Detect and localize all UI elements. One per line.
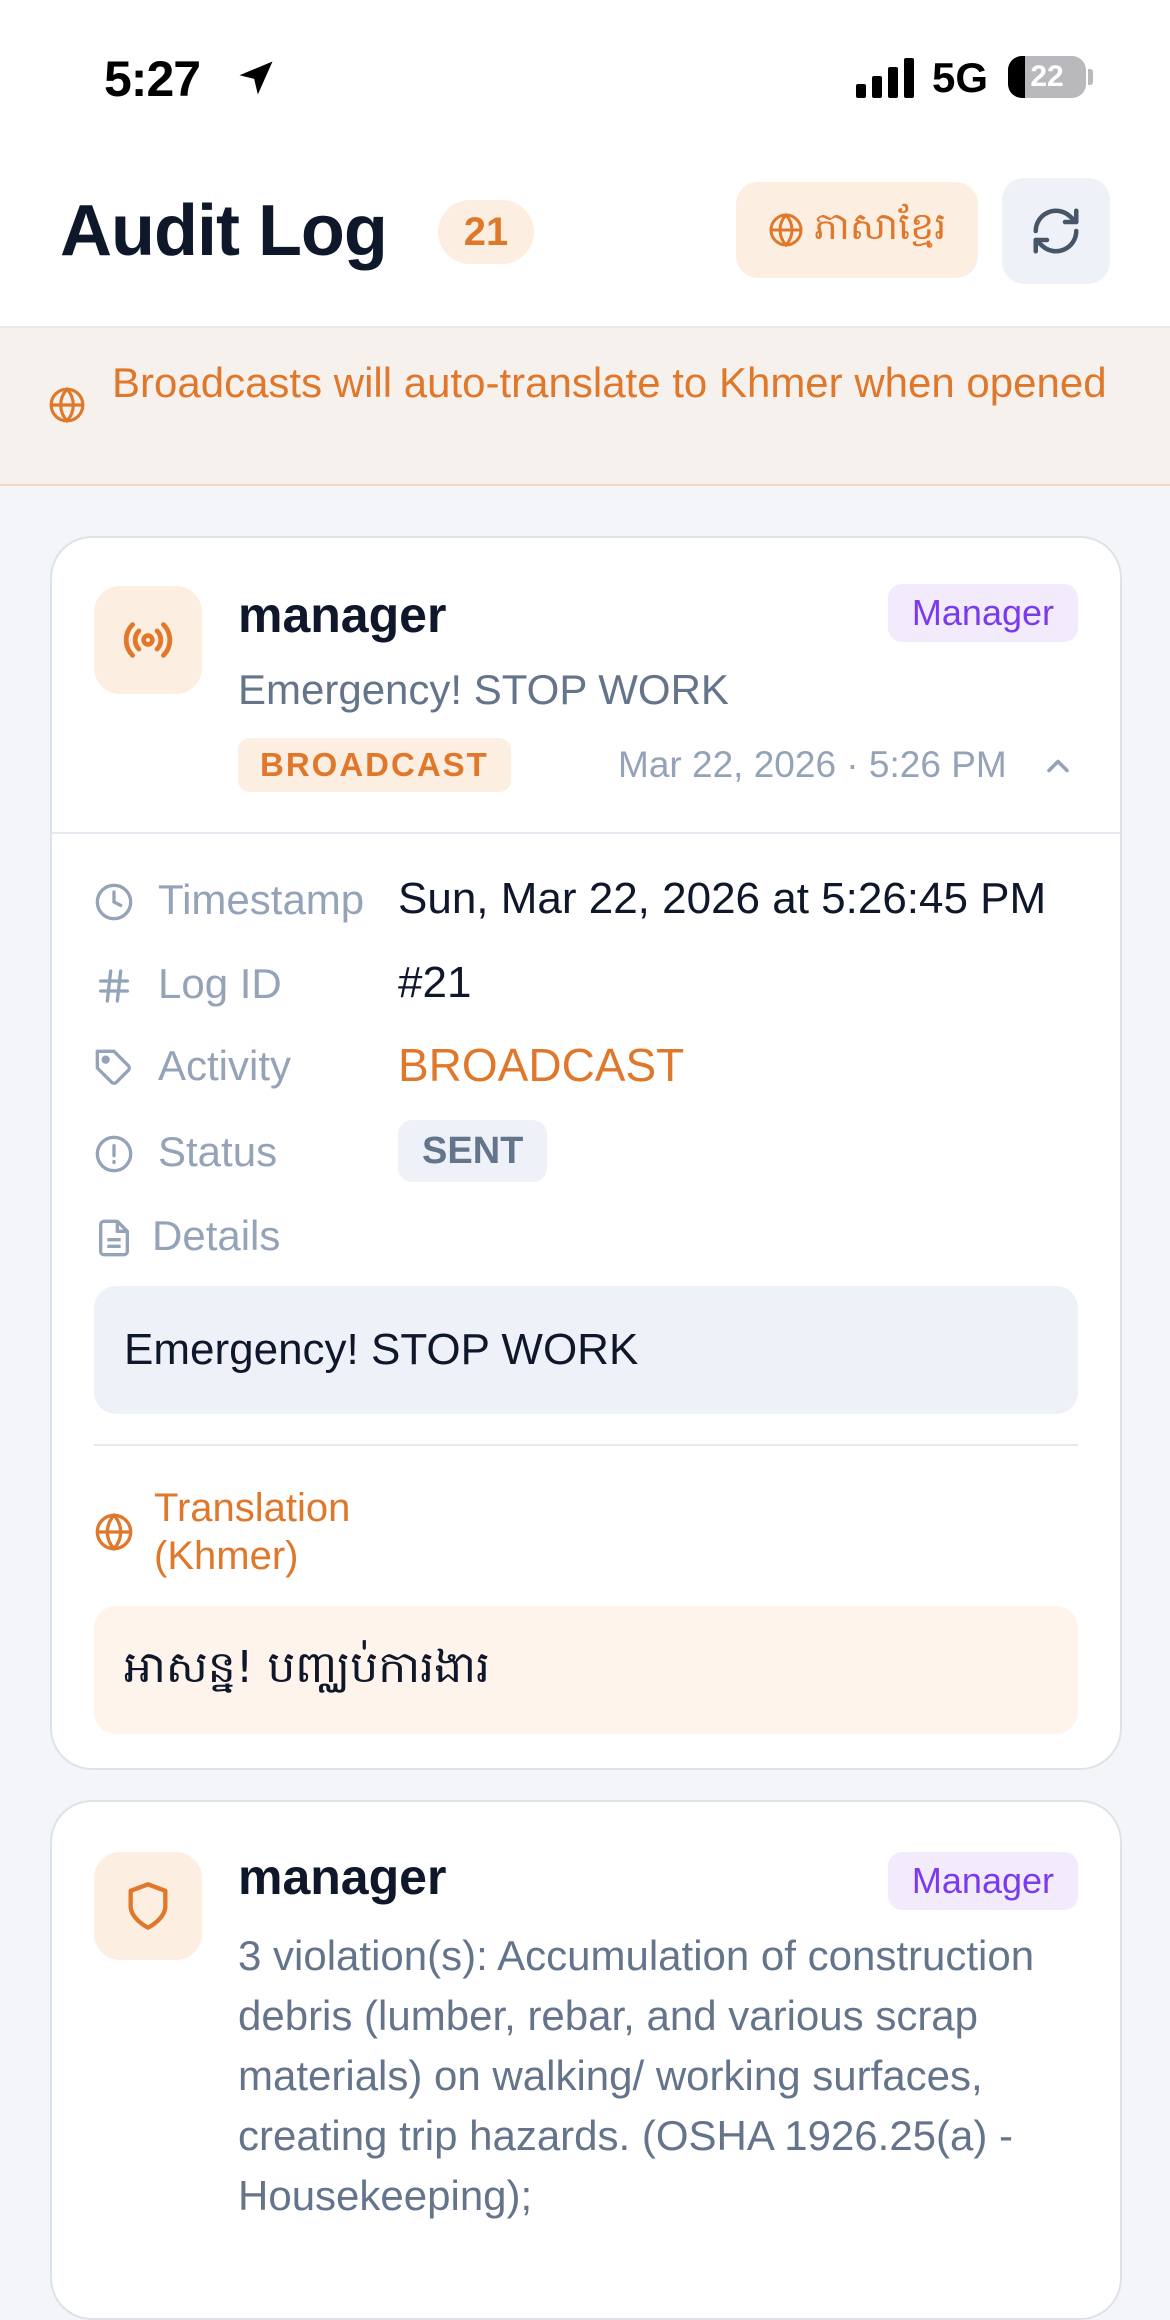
entry-message: 3 violation(s): Accumulation of construc… [238,1932,1035,2219]
entry-time: Mar 22, 2026 · 5:26 PM [618,744,1007,785]
refresh-icon [1033,208,1079,254]
battery-level: 22 [1030,60,1064,93]
globe-icon [95,1512,133,1552]
refresh-button[interactable] [1002,178,1110,284]
banner-text: Broadcasts will auto-translate to Khmer … [112,359,1107,406]
translation-text: អាសន្ន! បញ្ឈប់ការងារ [94,1606,1078,1734]
page-title: Audit Log [60,191,388,271]
timestamp-label: Timestamp [158,876,365,923]
alert-circle-icon [95,1135,133,1173]
globe-icon [769,212,803,248]
activity-label: Activity [158,1042,292,1089]
entry-icon-box [94,1852,202,1960]
count-badge: 21 [438,200,534,264]
entry-icon-box [94,586,202,694]
clock-icon [95,883,133,921]
battery-indicator: 22 [1008,56,1086,98]
status-label: Status [158,1128,278,1175]
location-arrow-icon [239,61,273,95]
translation-banner: Broadcasts will auto-translate to Khmer … [0,328,1170,486]
tag-icon [95,1049,131,1085]
entry-user: manager [238,587,447,643]
hash-icon [99,969,129,1003]
timestamp-value: Sun, Mar 22, 2026 at 5:26:45 PM [398,874,1047,923]
chevron-up-icon[interactable] [1040,748,1076,784]
log-entry-card[interactable]: manager Manager Emergency! STOP WORK BRO… [50,536,1122,1770]
globe-icon [49,386,85,424]
details-label: Details [152,1212,281,1259]
language-button-label: ភាសាខ្មែរ [813,204,947,248]
card-divider [52,832,1120,834]
details-text: Emergency! STOP WORK [94,1286,1078,1414]
broadcast-icon [123,622,173,658]
activity-type-badge: BROADCAST [238,738,511,792]
page-header: Audit Log 21 ភាសាខ្មែរ [0,150,1170,328]
section-divider [94,1444,1078,1446]
translation-label: Translation (Khmer) [154,1486,351,1578]
language-toggle-button[interactable]: ភាសាខ្មែរ [736,182,978,278]
shield-icon [128,1882,168,1930]
role-badge: Manager [887,584,1078,642]
signal-bars-icon [856,58,914,98]
log-entry-card[interactable]: manager Manager 3 violation(s): Accumula… [50,1800,1122,2320]
activity-value: BROADCAST [398,1039,685,1091]
status-badge: SENT [398,1120,548,1182]
document-icon [99,1219,129,1257]
log-id-value: #21 [398,958,472,1007]
status-bar: 5:27 5G 22 [0,0,1170,150]
battery-nub [1088,69,1093,85]
entry-message: Emergency! STOP WORK [238,666,729,713]
status-time: 5:27 [104,51,201,107]
entry-user: manager [238,1849,447,1905]
role-badge: Manager [887,1852,1078,1910]
log-id-label: Log ID [158,960,282,1007]
network-label: 5G [932,54,989,101]
